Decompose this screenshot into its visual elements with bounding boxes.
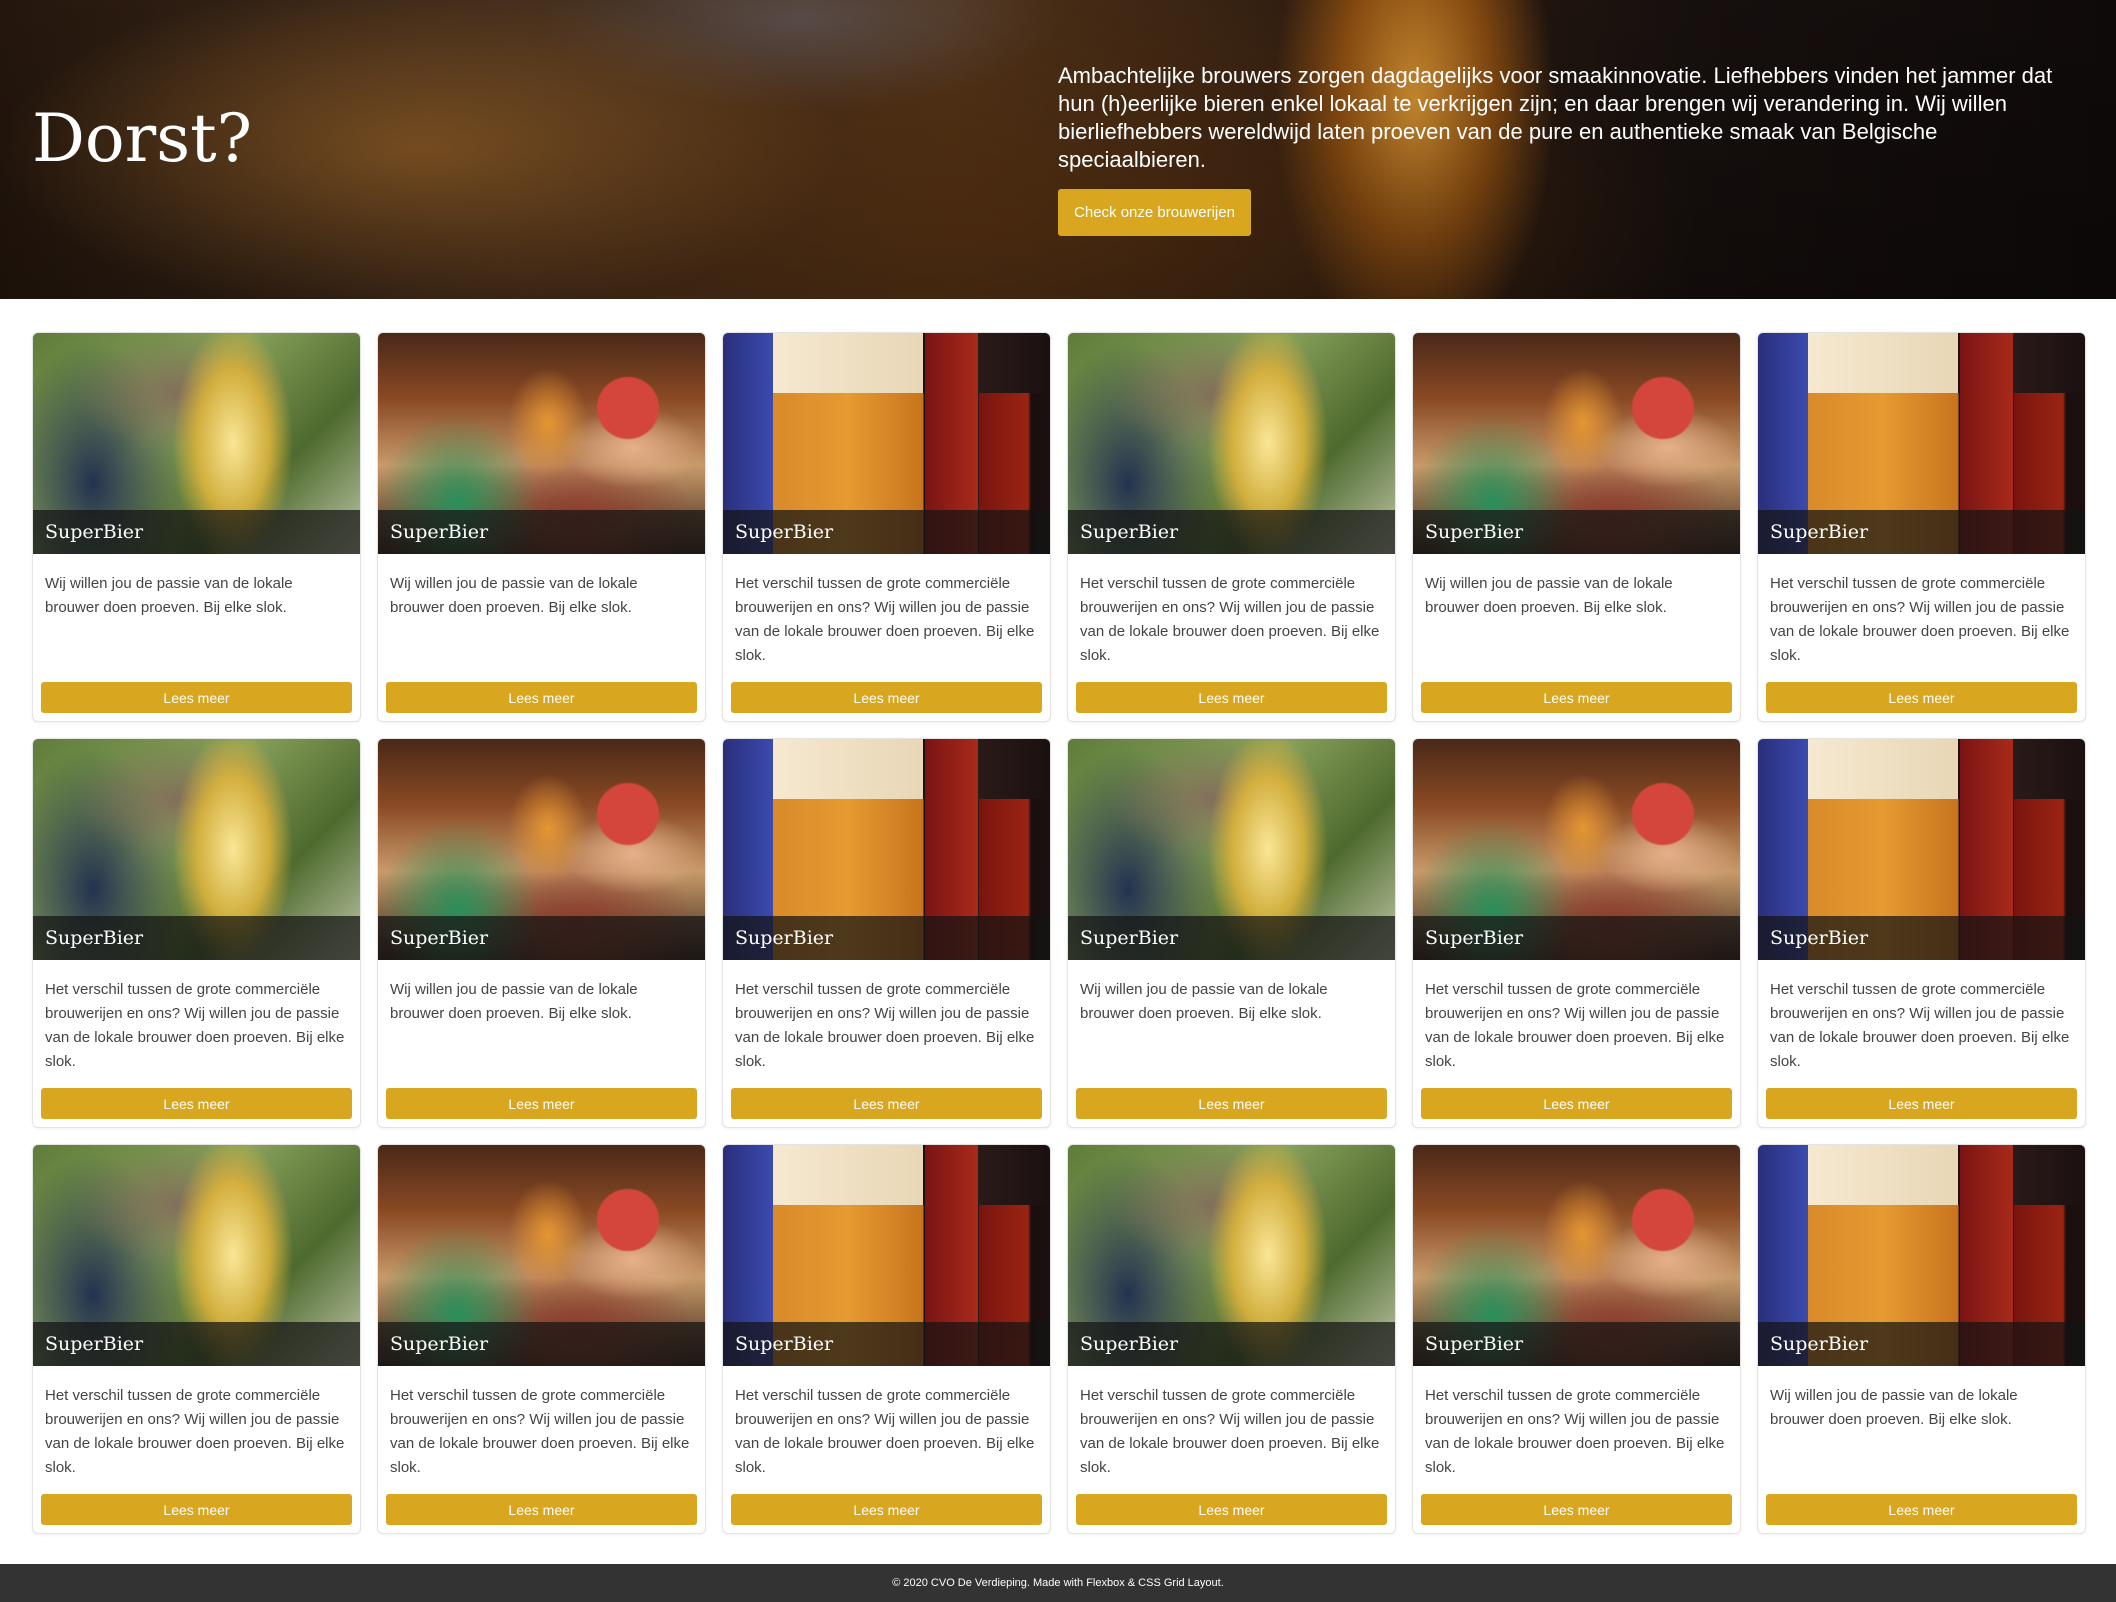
card-image: SuperBier — [1758, 739, 2085, 960]
card-title: SuperBier — [723, 916, 1050, 960]
card-title: SuperBier — [723, 1322, 1050, 1366]
beer-card: SuperBier Het verschil tussen de grote co… — [1412, 1144, 1741, 1534]
card-image: SuperBier — [1068, 333, 1395, 554]
read-more-button[interactable]: Lees meer — [41, 682, 352, 713]
card-title: SuperBier — [1413, 916, 1740, 960]
beer-card: SuperBier Het verschil tussen de grote co… — [32, 738, 361, 1128]
card-image: SuperBier — [33, 739, 360, 960]
card-image: SuperBier — [723, 1145, 1050, 1366]
card-image: SuperBier — [723, 739, 1050, 960]
check-breweries-button[interactable]: Check onze brouwerijen — [1058, 189, 1251, 236]
beer-card: SuperBier Het verschil tussen de grote co… — [32, 1144, 361, 1534]
beer-card: SuperBier Wij willen jou de passie van de… — [1067, 738, 1396, 1128]
card-description: Het verschil tussen de grote commerciële… — [1770, 981, 2070, 1070]
read-more-button[interactable]: Lees meer — [731, 1088, 1042, 1119]
beer-card: SuperBier Het verschil tussen de grote co… — [1412, 738, 1741, 1128]
hero-title: Dorst? — [32, 100, 252, 177]
card-description: Wij willen jou de passie van de lokale b… — [1770, 1387, 2018, 1428]
card-description: Het verschil tussen de grote commerciële… — [1080, 1387, 1380, 1476]
card-description: Het verschil tussen de grote commerciële… — [390, 1387, 690, 1476]
beer-card: SuperBier Wij willen jou de passie van de… — [377, 738, 706, 1128]
card-image: SuperBier — [723, 333, 1050, 554]
card-image: SuperBier — [1068, 1145, 1395, 1366]
beer-card: SuperBier Het verschil tussen de grote co… — [1757, 332, 2086, 722]
read-more-button[interactable]: Lees meer — [386, 1494, 697, 1525]
card-description: Het verschil tussen de grote commerciële… — [1770, 575, 2070, 664]
card-title: SuperBier — [33, 510, 360, 554]
read-more-button[interactable]: Lees meer — [1076, 1494, 1387, 1525]
read-more-button[interactable]: Lees meer — [1766, 1494, 2077, 1525]
read-more-button[interactable]: Lees meer — [731, 682, 1042, 713]
read-more-button[interactable]: Lees meer — [1076, 682, 1387, 713]
read-more-button[interactable]: Lees meer — [41, 1088, 352, 1119]
card-image: SuperBier — [1758, 1145, 2085, 1366]
beer-card: SuperBier Wij willen jou de passie van de… — [377, 332, 706, 722]
card-title: SuperBier — [1758, 916, 2085, 960]
card-title: SuperBier — [1413, 1322, 1740, 1366]
card-image: SuperBier — [33, 333, 360, 554]
hero-banner: Dorst? Ambachtelijke brouwers zorgen dag… — [0, 0, 2116, 299]
card-title: SuperBier — [33, 916, 360, 960]
card-image: SuperBier — [378, 1145, 705, 1366]
read-more-button[interactable]: Lees meer — [41, 1494, 352, 1525]
read-more-button[interactable]: Lees meer — [386, 682, 697, 713]
card-description: Wij willen jou de passie van de lokale b… — [45, 575, 293, 616]
beer-card: SuperBier Het verschil tussen de grote co… — [722, 738, 1051, 1128]
read-more-button[interactable]: Lees meer — [1421, 1494, 1732, 1525]
hero-intro-text: Ambachtelijke brouwers zorgen dagdagelij… — [1058, 63, 2053, 172]
card-description: Het verschil tussen de grote commerciële… — [735, 1387, 1035, 1476]
card-title: SuperBier — [33, 1322, 360, 1366]
beer-card: SuperBier Het verschil tussen de grote co… — [722, 332, 1051, 722]
beer-card-grid: SuperBier Wij willen jou de passie van de… — [32, 332, 2086, 1534]
beer-card: SuperBier Wij willen jou de passie van de… — [1757, 1144, 2086, 1534]
card-title: SuperBier — [1068, 1322, 1395, 1366]
beer-card: SuperBier Het verschil tussen de grote co… — [722, 1144, 1051, 1534]
read-more-button[interactable]: Lees meer — [1421, 1088, 1732, 1119]
footer: © 2020 CVO De Verdieping. Made with Flex… — [0, 1564, 2116, 1602]
read-more-button[interactable]: Lees meer — [1076, 1088, 1387, 1119]
read-more-button[interactable]: Lees meer — [1766, 1088, 2077, 1119]
card-title: SuperBier — [378, 1322, 705, 1366]
beer-card: SuperBier Het verschil tussen de grote co… — [1757, 738, 2086, 1128]
card-title: SuperBier — [378, 510, 705, 554]
read-more-button[interactable]: Lees meer — [1421, 682, 1732, 713]
beer-card: SuperBier Het verschil tussen de grote co… — [1067, 1144, 1396, 1534]
card-description: Wij willen jou de passie van de lokale b… — [1080, 981, 1328, 1022]
read-more-button[interactable]: Lees meer — [1766, 682, 2077, 713]
beer-card: SuperBier Wij willen jou de passie van de… — [32, 332, 361, 722]
footer-copyright: © 2020 CVO De Verdieping. Made with Flex… — [892, 1577, 1224, 1589]
card-title: SuperBier — [723, 510, 1050, 554]
read-more-button[interactable]: Lees meer — [731, 1494, 1042, 1525]
card-title: SuperBier — [1068, 916, 1395, 960]
card-description: Het verschil tussen de grote commerciële… — [45, 981, 345, 1070]
card-image: SuperBier — [1068, 739, 1395, 960]
read-more-button[interactable]: Lees meer — [386, 1088, 697, 1119]
card-description: Het verschil tussen de grote commerciële… — [1425, 981, 1725, 1070]
card-description: Het verschil tussen de grote commerciële… — [1425, 1387, 1725, 1476]
card-description: Wij willen jou de passie van de lokale b… — [390, 981, 638, 1022]
beer-card: SuperBier Wij willen jou de passie van de… — [1412, 332, 1741, 722]
card-title: SuperBier — [1413, 510, 1740, 554]
card-description: Het verschil tussen de grote commerciële… — [45, 1387, 345, 1476]
card-title: SuperBier — [1758, 510, 2085, 554]
card-image: SuperBier — [378, 333, 705, 554]
card-image: SuperBier — [1413, 333, 1740, 554]
card-title: SuperBier — [1068, 510, 1395, 554]
beer-card: SuperBier Het verschil tussen de grote co… — [1067, 332, 1396, 722]
card-image: SuperBier — [1413, 1145, 1740, 1366]
card-description: Het verschil tussen de grote commerciële… — [735, 575, 1035, 664]
card-title: SuperBier — [1758, 1322, 2085, 1366]
beer-card: SuperBier Het verschil tussen de grote co… — [377, 1144, 706, 1534]
card-image: SuperBier — [1413, 739, 1740, 960]
card-image: SuperBier — [378, 739, 705, 960]
card-image: SuperBier — [33, 1145, 360, 1366]
card-description: Wij willen jou de passie van de lokale b… — [390, 575, 638, 616]
card-image: SuperBier — [1758, 333, 2085, 554]
card-description: Wij willen jou de passie van de lokale b… — [1425, 575, 1673, 616]
card-description: Het verschil tussen de grote commerciële… — [735, 981, 1035, 1070]
card-description: Het verschil tussen de grote commerciële… — [1080, 575, 1380, 664]
card-title: SuperBier — [378, 916, 705, 960]
